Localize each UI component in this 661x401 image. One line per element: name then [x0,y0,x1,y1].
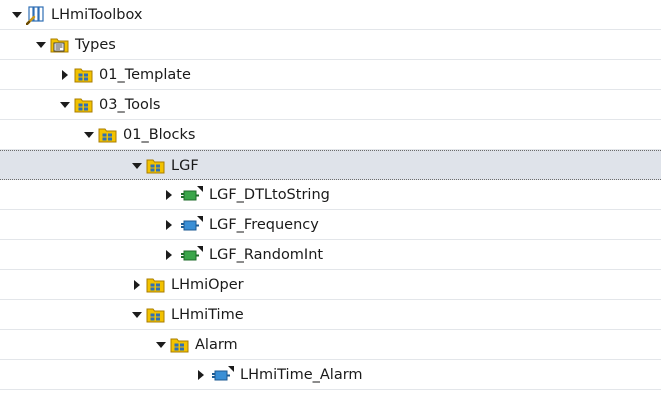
expand-toggle-icon[interactable] [194,360,208,390]
expand-toggle-icon[interactable] [162,210,176,240]
tree-node-lgf-dtltostring[interactable]: LGF_DTLtoString [0,180,661,210]
tree-node-label: 01_Blocks [123,127,196,143]
tree-node-lhmioper[interactable]: LHmiOper [0,270,661,300]
folder-icon [170,335,190,355]
tree-node-lhmitime[interactable]: LHmiTime [0,300,661,330]
folder-icon [98,125,118,145]
tree-node-label: 01_Template [99,67,191,83]
tree-node-alarm[interactable]: Alarm [0,330,661,360]
tree-node-label: LHmiOper [171,277,244,293]
expand-toggle-icon[interactable] [58,60,72,90]
types-folder-icon [50,35,70,55]
folder-icon [146,275,166,295]
tree-node-lgf[interactable]: LGF [0,150,661,180]
collapse-toggle-icon[interactable] [58,90,72,120]
tree-node-label: 03_Tools [99,97,161,113]
tree-node-types[interactable]: Types [0,30,661,60]
library-icon [25,5,46,26]
tree-node-label: LHmiToolbox [51,7,143,23]
folder-icon [146,156,166,176]
tree-node-label: LGF [171,158,199,174]
tree-node-lgf-frequency[interactable]: LGF_Frequency [0,210,661,240]
tree-node-label: LGF_Frequency [209,217,319,233]
expand-toggle-icon[interactable] [162,240,176,270]
project-tree: LHmiToolbox Types 01_Template 03_Tools 0… [0,0,661,390]
folder-icon [74,95,94,115]
tree-node-label: LHmiTime [171,307,244,323]
tree-node-lhmitime-alarm[interactable]: LHmiTime_Alarm [0,360,661,390]
expand-toggle-icon[interactable] [130,270,144,300]
tree-node-01-template[interactable]: 01_Template [0,60,661,90]
collapse-toggle-icon[interactable] [10,0,24,30]
tree-node-label: LGF_RandomInt [209,247,324,263]
tree-node-lhmitoolbox[interactable]: LHmiToolbox [0,0,661,30]
function-block-blue-icon [211,365,234,385]
collapse-toggle-icon[interactable] [154,330,168,360]
function-block-green-icon [180,245,203,265]
tree-node-03-tools[interactable]: 03_Tools [0,90,661,120]
collapse-toggle-icon[interactable] [130,300,144,330]
tree-node-label: LGF_DTLtoString [209,187,330,203]
function-block-green-icon [180,185,203,205]
folder-icon [74,65,94,85]
expand-toggle-icon[interactable] [162,180,176,210]
tree-node-label: Types [75,37,116,53]
tree-node-label: LHmiTime_Alarm [240,367,363,383]
collapse-toggle-icon[interactable] [130,151,144,181]
tree-node-label: Alarm [195,337,238,353]
tree-node-lgf-randomint[interactable]: LGF_RandomInt [0,240,661,270]
folder-icon [146,305,166,325]
function-block-blue-icon [180,215,203,235]
tree-node-01-blocks[interactable]: 01_Blocks [0,120,661,150]
collapse-toggle-icon[interactable] [34,30,48,60]
collapse-toggle-icon[interactable] [82,120,96,150]
